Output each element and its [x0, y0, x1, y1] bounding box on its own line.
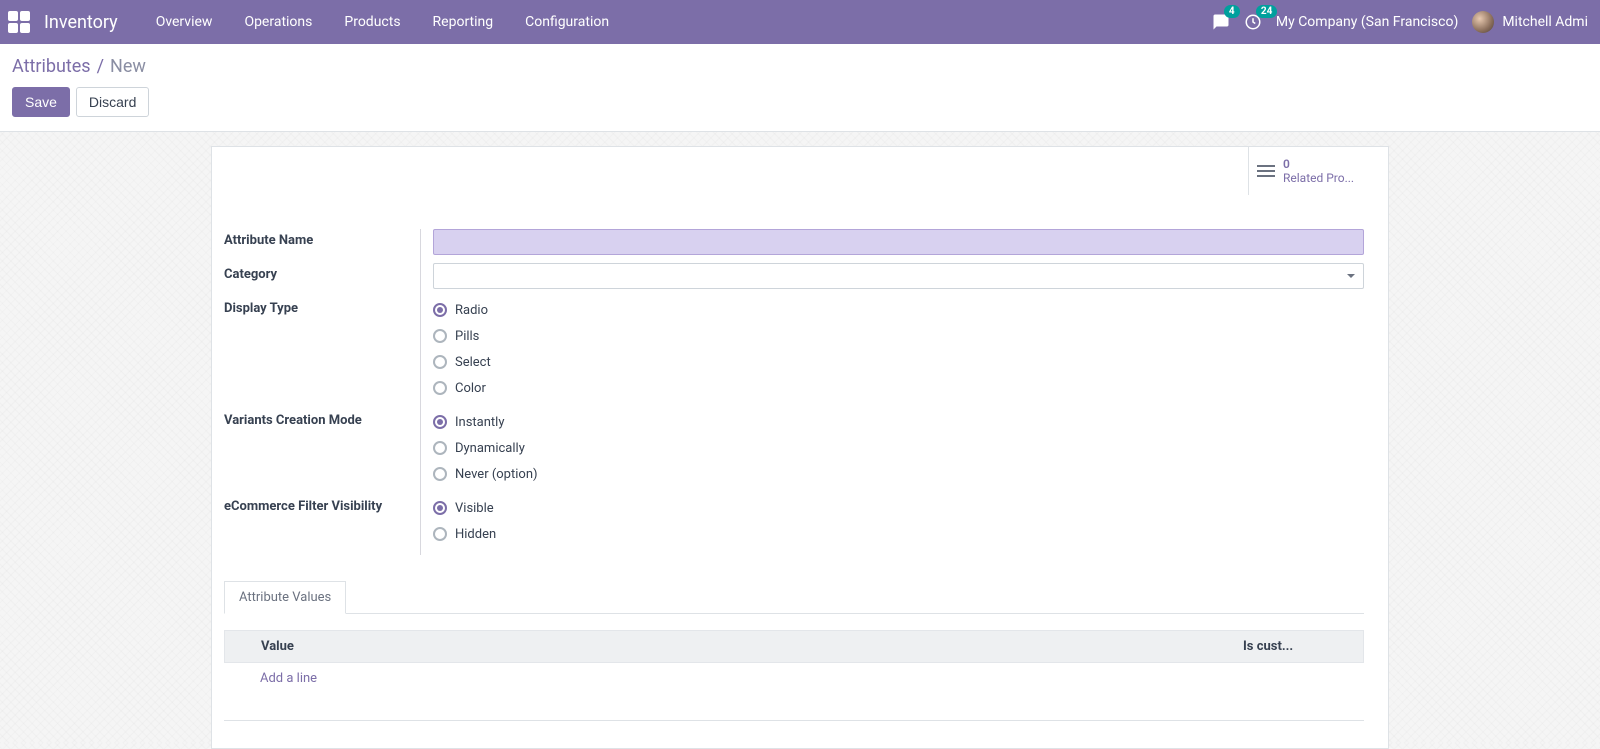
- company-switcher[interactable]: My Company (San Francisco): [1276, 14, 1458, 30]
- breadcrumb: Attributes / New: [12, 56, 1584, 77]
- add-line-link[interactable]: Add a line: [260, 671, 317, 686]
- avatar: [1472, 11, 1494, 33]
- radio-icon: [433, 303, 447, 317]
- radio-icon: [433, 527, 447, 541]
- radio-label: Never (option): [455, 467, 538, 482]
- radio-label: Visible: [455, 501, 494, 516]
- radio-label: Instantly: [455, 415, 505, 430]
- display-type-option-radio[interactable]: Radio: [433, 297, 1364, 323]
- radio-icon: [433, 467, 447, 481]
- label-display-type: Display Type: [224, 297, 420, 316]
- radio-label: Select: [455, 355, 491, 370]
- app-title[interactable]: Inventory: [44, 12, 118, 33]
- app-switcher-icon[interactable]: [8, 11, 30, 33]
- category-select[interactable]: [433, 263, 1364, 289]
- col-value: Value: [261, 639, 1243, 654]
- radio-label: Pills: [455, 329, 479, 344]
- display-type-option-pills[interactable]: Pills: [433, 323, 1364, 349]
- radio-label: Hidden: [455, 527, 496, 542]
- radio-icon: [433, 381, 447, 395]
- related-products-button[interactable]: 0 Related Pro...: [1248, 147, 1388, 195]
- values-table-header: Value Is cust...: [224, 630, 1364, 663]
- label-category: Category: [224, 263, 420, 282]
- variants-mode-option-dynamically[interactable]: Dynamically: [433, 435, 1364, 461]
- label-ecom-visibility: eCommerce Filter Visibility: [224, 495, 420, 514]
- radio-icon: [433, 329, 447, 343]
- col-is-custom: Is cust...: [1243, 639, 1313, 654]
- radio-icon: [433, 441, 447, 455]
- activities-badge: 24: [1256, 5, 1277, 18]
- radio-icon: [433, 415, 447, 429]
- radio-icon: [433, 501, 447, 515]
- chevron-down-icon: [1347, 274, 1355, 278]
- label-attribute-name: Attribute Name: [224, 229, 420, 248]
- related-label: Related Pro...: [1283, 171, 1373, 185]
- messages-badge: 4: [1224, 5, 1240, 18]
- breadcrumb-parent[interactable]: Attributes: [12, 56, 91, 77]
- nav-links: Overview Operations Products Reporting C…: [140, 0, 625, 44]
- nav-overview[interactable]: Overview: [140, 0, 229, 44]
- radio-label: Color: [455, 381, 486, 396]
- messages-button[interactable]: 4: [1212, 13, 1230, 31]
- user-menu[interactable]: Mitchell Admi: [1472, 11, 1588, 33]
- radio-label: Dynamically: [455, 441, 525, 456]
- attribute-name-input[interactable]: [433, 229, 1364, 255]
- display-type-option-color[interactable]: Color: [433, 375, 1364, 401]
- nav-products[interactable]: Products: [328, 0, 416, 44]
- control-panel: Attributes / New Save Discard: [0, 44, 1600, 132]
- radio-icon: [433, 355, 447, 369]
- form-sheet: 0 Related Pro... Attribute Name Category: [211, 146, 1389, 749]
- breadcrumb-separator: /: [97, 56, 104, 77]
- activities-button[interactable]: 24: [1244, 13, 1262, 31]
- related-count: 0: [1283, 157, 1290, 171]
- nav-operations[interactable]: Operations: [228, 0, 328, 44]
- nav-reporting[interactable]: Reporting: [417, 0, 510, 44]
- tab-attribute-values[interactable]: Attribute Values: [224, 581, 346, 614]
- display-type-option-select[interactable]: Select: [433, 349, 1364, 375]
- variants-mode-option-instantly[interactable]: Instantly: [433, 409, 1364, 435]
- list-icon: [1257, 165, 1275, 177]
- ecom-visibility-option-hidden[interactable]: Hidden: [433, 521, 1364, 547]
- variants-mode-option-never-option-[interactable]: Never (option): [433, 461, 1364, 487]
- user-name: Mitchell Admi: [1502, 14, 1588, 30]
- discard-button[interactable]: Discard: [76, 87, 149, 117]
- save-button[interactable]: Save: [12, 87, 70, 117]
- label-variants-mode: Variants Creation Mode: [224, 409, 420, 428]
- nav-configuration[interactable]: Configuration: [509, 0, 625, 44]
- breadcrumb-current: New: [110, 56, 146, 77]
- navbar: Inventory Overview Operations Products R…: [0, 0, 1600, 44]
- ecom-visibility-option-visible[interactable]: Visible: [433, 495, 1364, 521]
- radio-label: Radio: [455, 303, 488, 318]
